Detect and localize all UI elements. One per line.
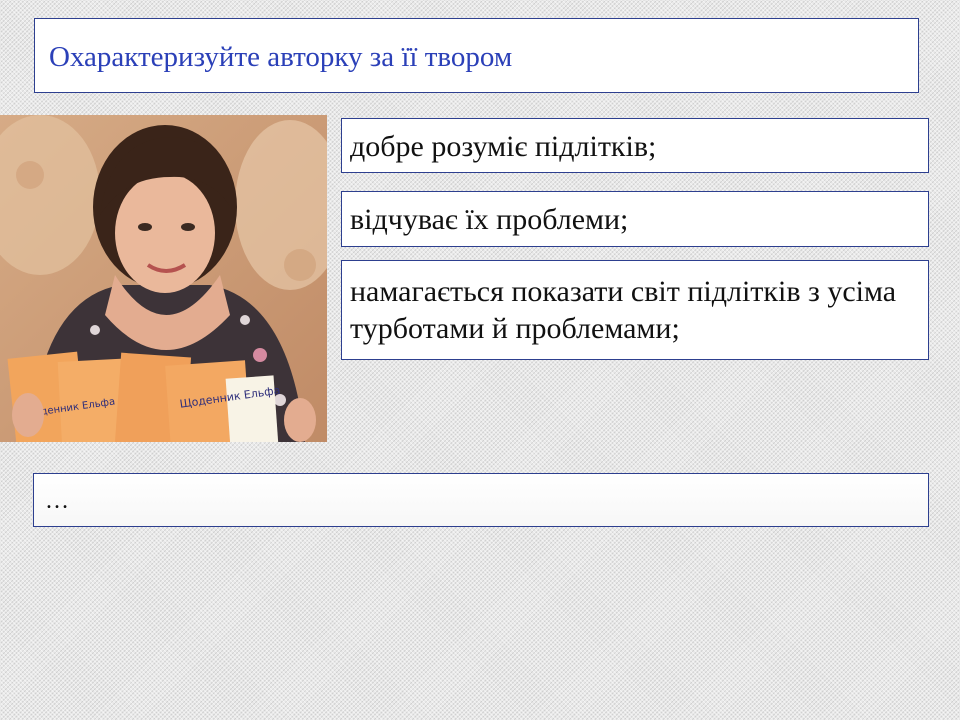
author-photo-illustration: Щоденник Ельфа Щоденник Ельфа (0, 115, 327, 442)
slide-title: Охарактеризуйте авторку за її твором (49, 41, 513, 73)
point-text: намагається показати світ підлітків з ус… (350, 275, 897, 345)
ellipsis-text: … (45, 488, 69, 514)
title-box: Охарактеризуйте авторку за її твором (34, 18, 919, 93)
point-feels-problems: відчуває їх проблеми; (341, 191, 929, 247)
continuation-box: … (33, 473, 929, 527)
point-understands-teens: добре розуміє підлітків; (341, 118, 929, 173)
author-photo: Щоденник Ельфа Щоденник Ельфа (0, 115, 327, 442)
point-shows-teen-world: намагається показати світ підлітків з ус… (341, 260, 929, 360)
point-text: відчуває їх проблеми; (350, 203, 629, 236)
point-text: добре розуміє підлітків; (350, 130, 657, 163)
